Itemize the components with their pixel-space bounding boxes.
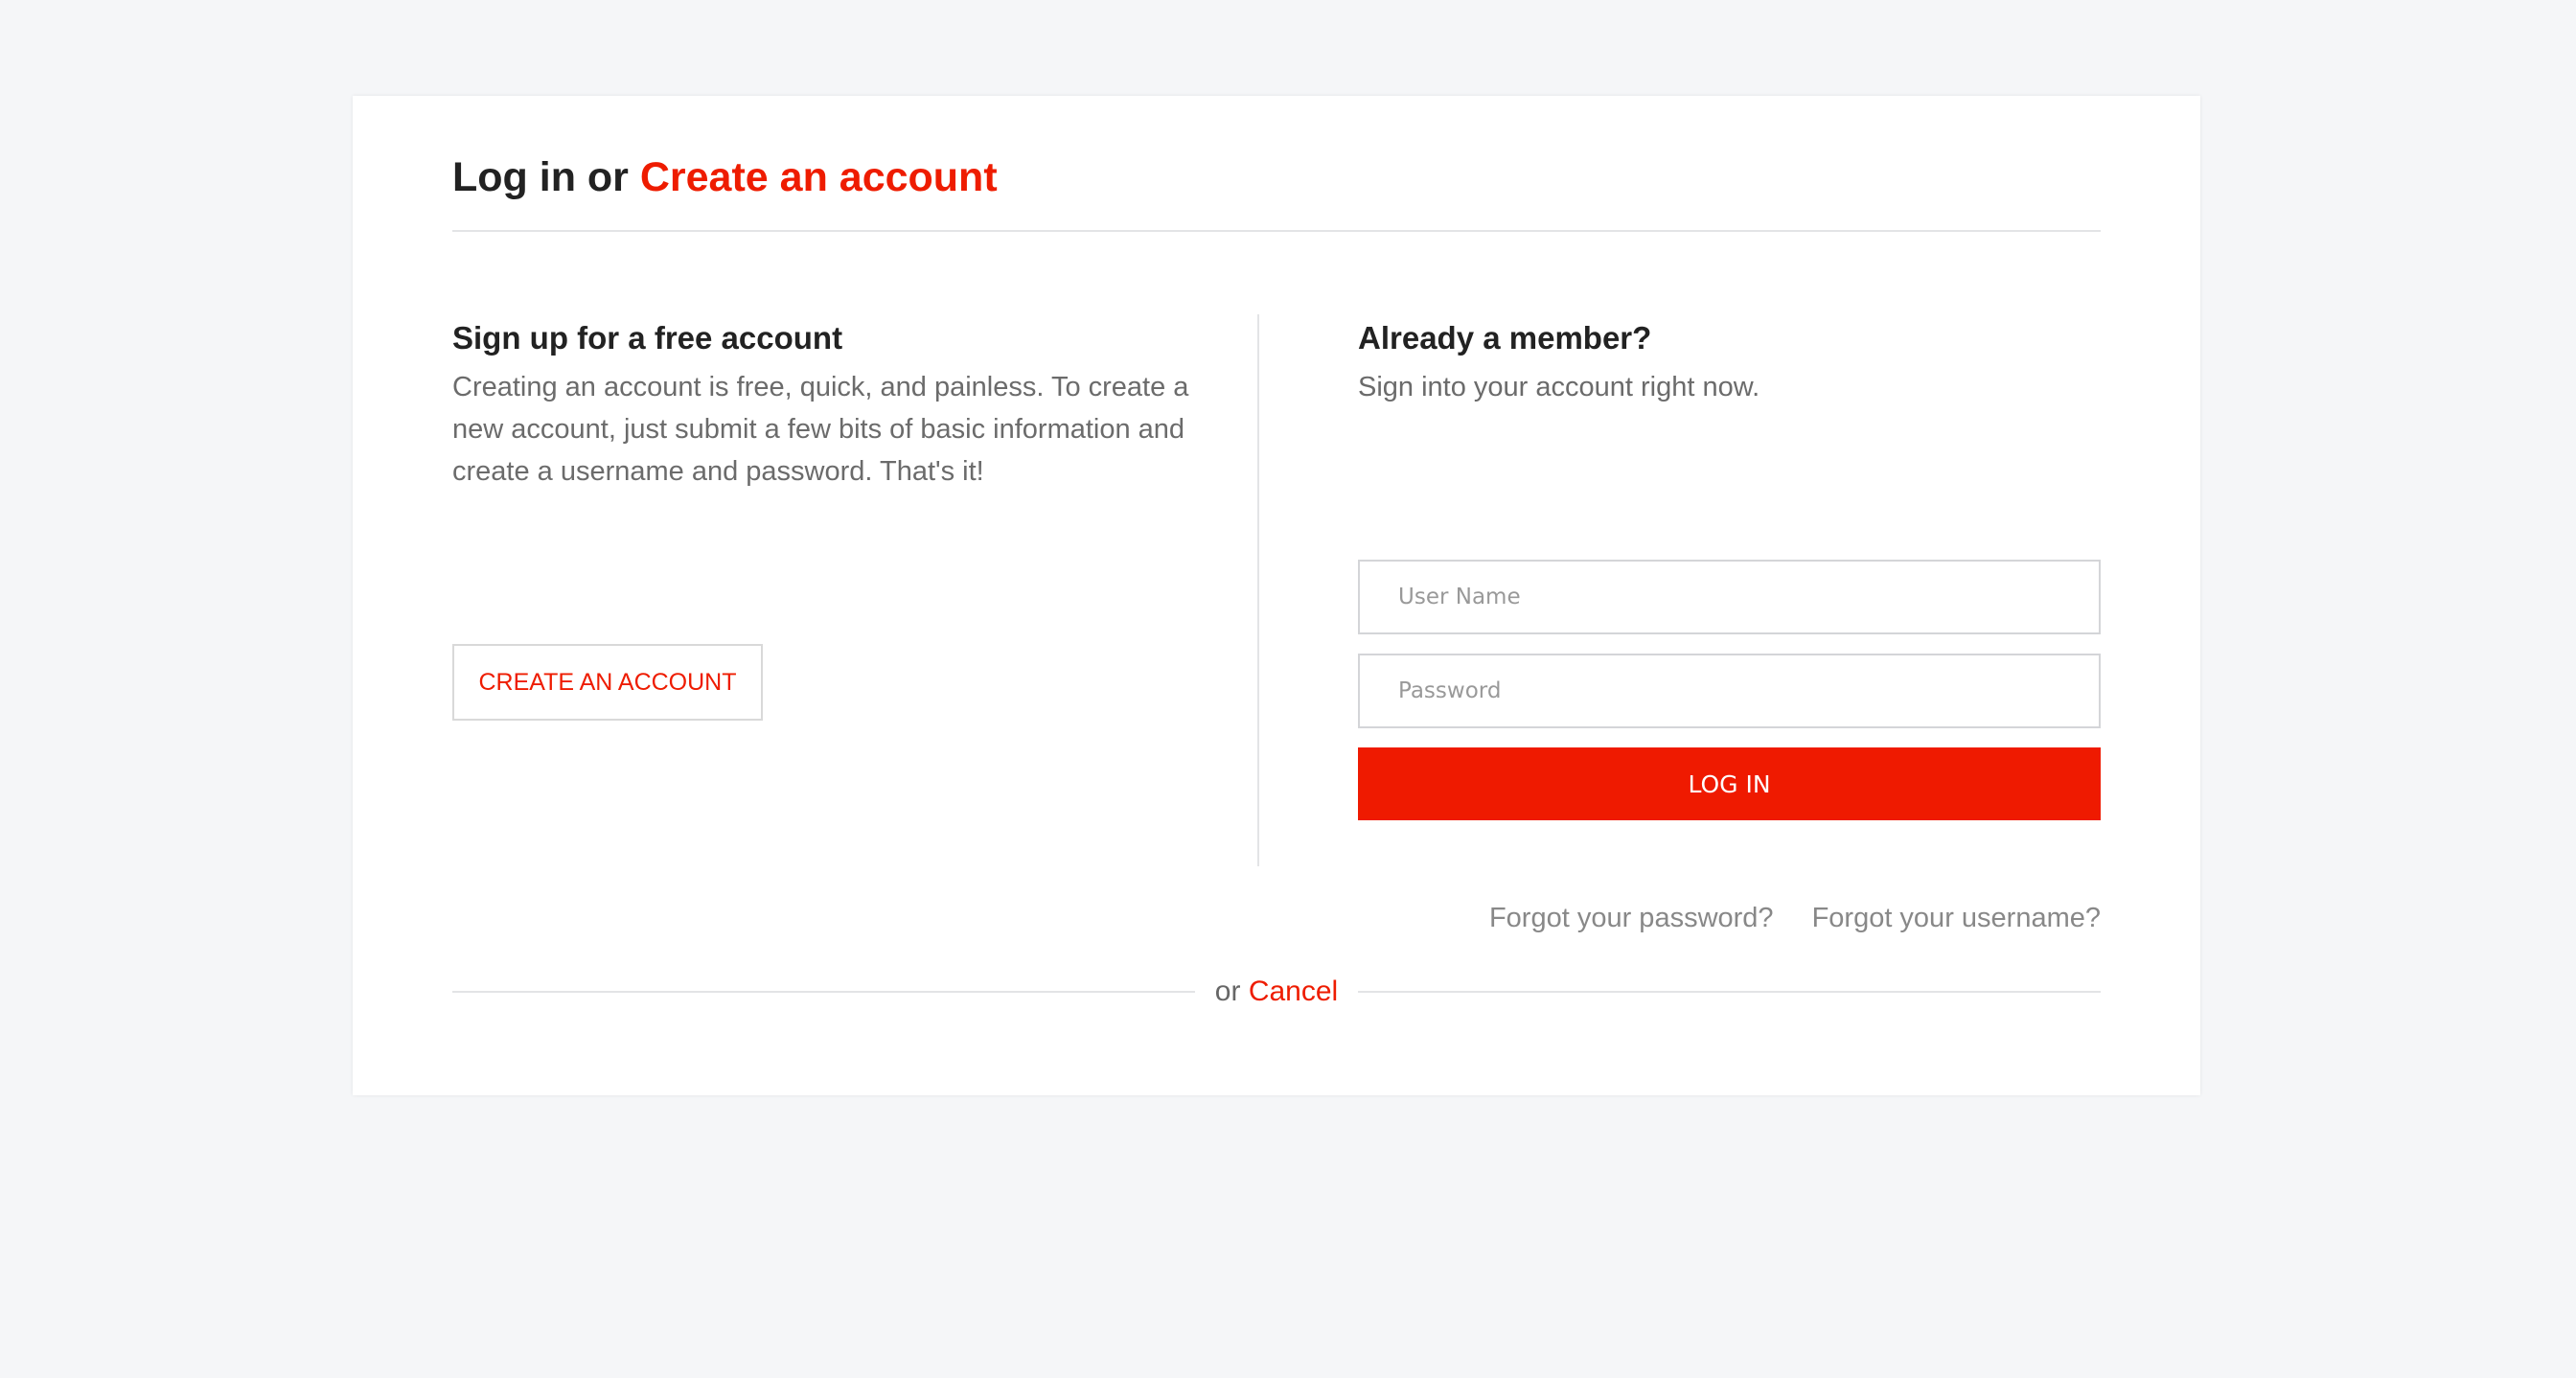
login-subtext: Sign into your account right now. xyxy=(1358,372,1760,402)
footer-cancel-row: or Cancel xyxy=(452,968,2101,1016)
title-prefix: Log in or xyxy=(452,154,640,200)
cancel-link[interactable]: Cancel xyxy=(1249,976,1338,1007)
forgot-links: Forgot your password? Forgot your userna… xyxy=(1489,897,2101,939)
page-title: Log in or Create an account xyxy=(452,153,2101,201)
card-footer: or Cancel xyxy=(452,968,2101,1016)
signup-section: Sign up for a free account Creating an a… xyxy=(452,316,1209,721)
or-text: or xyxy=(1214,976,1241,1007)
password-input[interactable] xyxy=(1358,654,2101,728)
card-header: Log in or Create an account xyxy=(452,153,2101,232)
forgot-password-link[interactable]: Forgot your password? xyxy=(1489,897,1774,939)
login-section: Already a member? Sign into your account… xyxy=(1358,316,2101,933)
login-heading: Already a member? xyxy=(1358,320,1652,356)
signup-heading: Sign up for a free account xyxy=(452,320,843,356)
login-button[interactable]: LOG IN xyxy=(1358,747,2101,820)
forgot-username-link[interactable]: Forgot your username? xyxy=(1812,897,2101,939)
login-card: Log in or Create an account Sign up for … xyxy=(353,96,2200,1095)
signup-description: Creating an account is free, quick, and … xyxy=(452,372,1189,487)
username-input[interactable] xyxy=(1358,560,2101,634)
section-divider xyxy=(1257,314,1259,866)
create-account-title-link[interactable]: Create an account xyxy=(640,154,998,200)
create-account-button[interactable]: CREATE AN ACCOUNT xyxy=(452,644,763,721)
